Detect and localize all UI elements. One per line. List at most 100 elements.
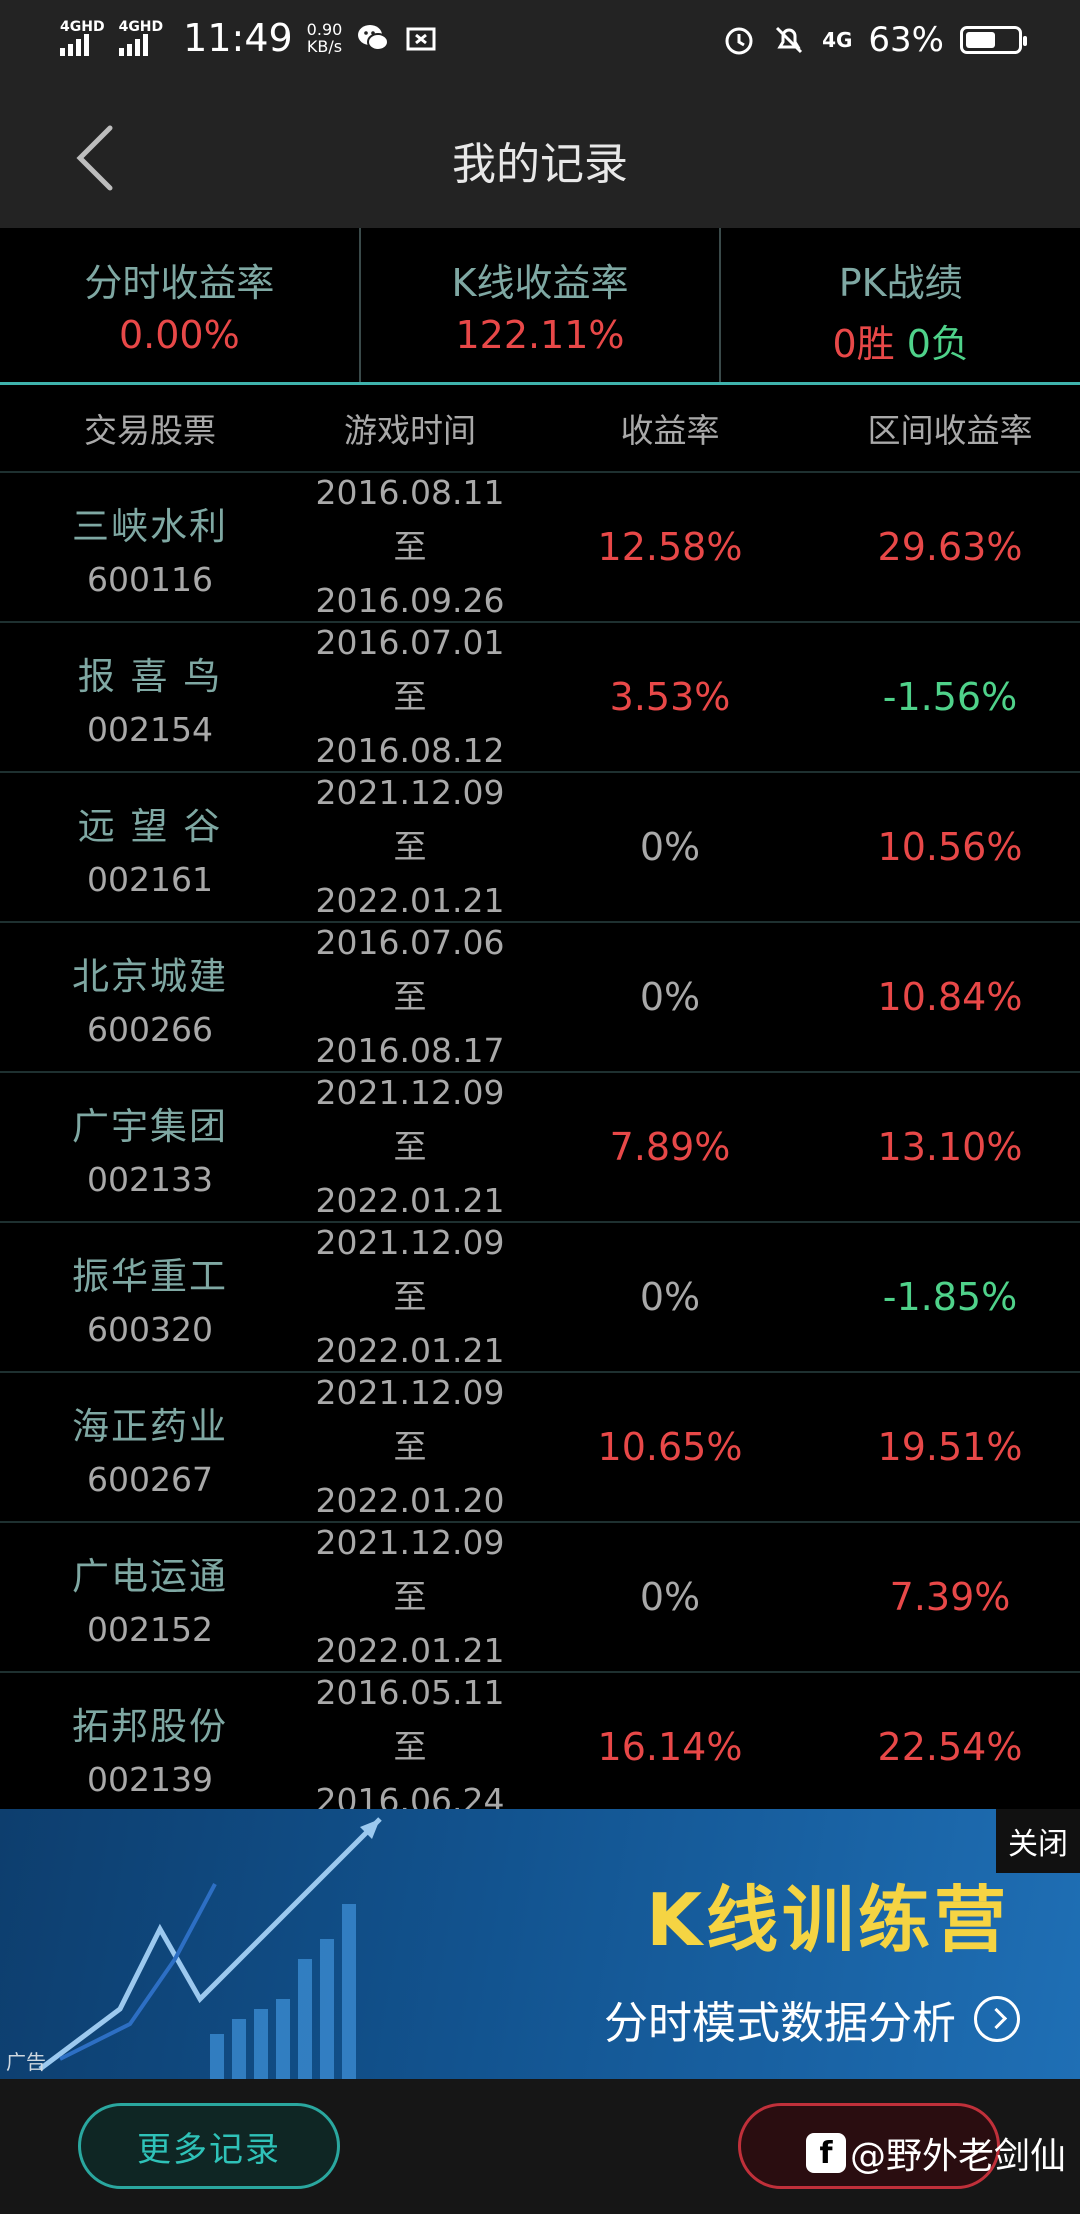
- ad-tag: 广告: [6, 2050, 46, 2074]
- table-row[interactable]: 远 望 谷 002161 2021.12.09 至2022.01.21 0% 1…: [0, 773, 1080, 923]
- timeshare-label: 分时收益率: [84, 261, 275, 305]
- stock-code: 600320: [87, 1309, 213, 1349]
- screenshot-icon: [406, 27, 436, 51]
- stock-cell: 远 望 谷 002161: [0, 796, 300, 899]
- period-end: 至2022.01.21: [315, 1577, 505, 1670]
- pk-summary: PK战绩 0胜 0负: [721, 228, 1080, 382]
- summary-panel: 分时收益率 0.00% K线收益率 122.11% PK战绩 0胜 0负: [0, 228, 1080, 385]
- stock-cell: 振华重工 600320: [0, 1246, 300, 1349]
- game-period: 2021.12.09 至2022.01.21: [300, 766, 520, 928]
- ad-banner[interactable]: K线训练营 分时模式数据分析 关闭 广告: [0, 1809, 1080, 2079]
- nav-bar: 我的记录: [0, 88, 1080, 228]
- battery-icon: [960, 26, 1027, 54]
- interval-return-value: -1.56%: [882, 675, 1018, 719]
- stock-cell: 广电运通 002152: [0, 1546, 300, 1649]
- table-row[interactable]: 三峡水利 600116 2016.08.11 至2016.09.26 12.58…: [0, 473, 1080, 623]
- ad-subtitle-text: 分时模式数据分析: [604, 1998, 956, 2049]
- interval-return-value: 29.63%: [877, 525, 1023, 569]
- return-value: 3.53%: [609, 675, 731, 719]
- game-period: 2021.12.09 至2022.01.21: [300, 1066, 520, 1228]
- period-end: 至2016.08.17: [315, 977, 505, 1070]
- return-value: 7.89%: [609, 1125, 731, 1169]
- stock-name: 北京城建: [72, 954, 228, 998]
- period-start: 2016.05.11: [315, 1673, 505, 1712]
- stock-name: 报 喜 鸟: [77, 654, 223, 698]
- stock-name: 广宇集团: [72, 1104, 228, 1148]
- stock-name: 拓邦股份: [72, 1704, 228, 1748]
- platform-logo-icon: f: [805, 2133, 846, 2173]
- wechat-icon: [358, 25, 390, 51]
- table-row[interactable]: 广电运通 002152 2021.12.09 至2022.01.21 0% 7.…: [0, 1523, 1080, 1673]
- game-period: 2016.07.06 至2016.08.17: [300, 916, 520, 1078]
- ad-close-button[interactable]: 关闭: [996, 1809, 1080, 1873]
- return-value: 16.14%: [597, 1725, 743, 1769]
- kline-value: 122.11%: [455, 313, 625, 357]
- ad-title: K线训练营: [646, 1878, 1010, 1962]
- period-start: 2016.07.01: [315, 623, 505, 662]
- table-row[interactable]: 海正药业 600267 2021.12.09 至2022.01.20 10.65…: [0, 1373, 1080, 1523]
- table-row[interactable]: 北京城建 600266 2016.07.06 至2016.08.17 0% 10…: [0, 923, 1080, 1073]
- table-row[interactable]: 广宇集团 002133 2021.12.09 至2022.01.21 7.89%…: [0, 1073, 1080, 1223]
- stock-cell: 三峡水利 600116: [0, 496, 300, 599]
- stock-code: 600116: [87, 559, 213, 599]
- stock-name: 三峡水利: [72, 504, 228, 548]
- page-title: 我的记录: [452, 139, 628, 190]
- ad-subtitle[interactable]: 分时模式数据分析: [604, 1987, 1020, 2051]
- more-records-button[interactable]: 更多记录: [78, 2103, 340, 2189]
- alarm-icon: [725, 27, 753, 55]
- game-period: 2016.07.01 至2016.08.12: [300, 616, 520, 778]
- status-bar: 4GHD 4GHD 11:49 0.90 KB/s 4G 63%: [0, 0, 1080, 88]
- kline-label: K线收益率: [451, 261, 629, 305]
- stock-code: 002152: [87, 1609, 213, 1649]
- stock-code: 002161: [87, 859, 213, 899]
- stock-cell: 海正药业 600267: [0, 1396, 300, 1499]
- timeshare-value: 0.00%: [118, 313, 240, 357]
- table-row[interactable]: 报 喜 鸟 002154 2016.07.01 至2016.08.12 3.53…: [0, 623, 1080, 773]
- interval-return-value: 7.39%: [889, 1575, 1011, 1619]
- speed-unit: KB/s: [306, 37, 343, 56]
- period-end: 至2022.01.21: [315, 1127, 505, 1220]
- header-stock: 交易股票: [84, 411, 216, 450]
- signal-2-label: 4GHD: [118, 19, 164, 35]
- status-left: 4GHD 4GHD 11:49 0.90 KB/s: [60, 16, 438, 60]
- stock-cell: 拓邦股份 002139: [0, 1696, 300, 1799]
- game-period: 2016.05.11 至2016.06.24: [300, 1666, 520, 1828]
- return-value: 0%: [639, 825, 701, 869]
- table-row[interactable]: 振华重工 600320 2021.12.09 至2022.01.21 0% -1…: [0, 1223, 1080, 1373]
- record-list: 三峡水利 600116 2016.08.11 至2016.09.26 12.58…: [0, 473, 1080, 1823]
- stock-code: 600266: [87, 1009, 213, 1049]
- interval-return-value: 19.51%: [877, 1425, 1023, 1469]
- period-start: 2021.12.09: [315, 1373, 505, 1412]
- pk-wins: 0胜: [832, 322, 895, 366]
- period-end: 至2016.08.12: [315, 677, 505, 770]
- return-value: 0%: [639, 1275, 701, 1319]
- stock-code: 002154: [87, 709, 213, 749]
- signal-2: 4GHD: [118, 19, 164, 56]
- stock-cell: 北京城建 600266: [0, 946, 300, 1049]
- pk-losses: 0负: [906, 322, 969, 366]
- period-end: 至2022.01.21: [315, 1277, 505, 1370]
- stock-name: 振华重工: [72, 1254, 228, 1298]
- stock-cell: 报 喜 鸟 002154: [0, 646, 300, 749]
- period-end: 至2022.01.21: [315, 827, 505, 920]
- game-period: 2016.08.11 至2016.09.26: [300, 466, 520, 628]
- interval-return-value: 13.10%: [877, 1125, 1023, 1169]
- period-start: 2021.12.09: [315, 773, 505, 812]
- period-start: 2016.08.11: [315, 473, 505, 512]
- period-start: 2021.12.09: [315, 1523, 505, 1562]
- pk-label: PK战绩: [838, 261, 963, 305]
- stock-code: 002139: [87, 1759, 213, 1799]
- battery-level: [966, 32, 996, 48]
- pk-record: 0胜 0负: [721, 313, 1080, 368]
- period-end: 至2022.01.20: [315, 1427, 505, 1520]
- period-start: 2021.12.09: [315, 1073, 505, 1112]
- return-value: 0%: [639, 1575, 701, 1619]
- watermark-text: @野外老剑仙: [849, 2136, 1066, 2177]
- rising-chart-graphic: [38, 1817, 382, 2079]
- stock-name: 远 望 谷: [77, 804, 223, 848]
- table-row[interactable]: 拓邦股份 002139 2016.05.11 至2016.06.24 16.14…: [0, 1673, 1080, 1823]
- stock-code: 600267: [87, 1459, 213, 1499]
- interval-return-value: 10.84%: [877, 975, 1023, 1019]
- interval-return-value: 22.54%: [877, 1725, 1023, 1769]
- period-start: 2016.07.06: [315, 923, 505, 962]
